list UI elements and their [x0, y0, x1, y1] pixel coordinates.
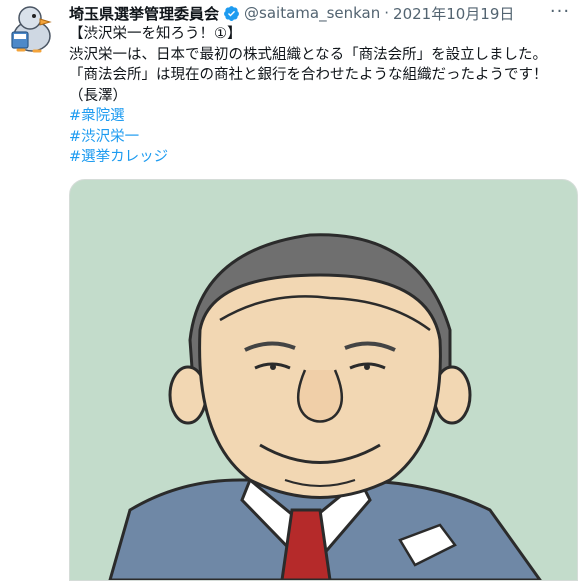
- tweet-media-image[interactable]: [69, 179, 578, 581]
- verified-badge-icon: [224, 5, 239, 21]
- tweet-line: （長澤）: [69, 87, 127, 104]
- separator-dot: ·: [384, 4, 390, 22]
- duck-mascot-avatar-icon: [11, 6, 52, 53]
- shibusawa-eiichi-illustration-icon: [108, 233, 542, 580]
- hashtag-link[interactable]: #選挙カレッジ: [69, 149, 168, 165]
- tweet-line: 「商法会所」は現在の商社と銀行を合わせたような組織だったようです！: [69, 67, 548, 83]
- tweet-line: 【渋沢栄一を知ろう！①】: [69, 26, 242, 42]
- hashtag-link[interactable]: #衆院選: [69, 108, 125, 124]
- tweet-text: 【渋沢栄一を知ろう！①】 渋沢栄一は、日本で最初の株式組織となる「商法会所」を設…: [69, 24, 573, 168]
- tweet-header: 埼玉県選挙管理委員会 @saitama_senkan · 2021年10月19日…: [69, 0, 571, 24]
- display-name[interactable]: 埼玉県選挙管理委員会: [69, 3, 219, 24]
- author-handle[interactable]: @saitama_senkan: [244, 4, 380, 22]
- avatar[interactable]: [4, 2, 56, 54]
- tweet-date[interactable]: 2021年10月19日: [393, 3, 514, 24]
- hashtag-link[interactable]: #渋沢栄一: [69, 129, 139, 145]
- more-options-icon[interactable]: ···: [549, 0, 571, 22]
- tweet-line: 渋沢栄一は、日本で最初の株式組織となる「商法会所」を設立しました。: [69, 46, 548, 63]
